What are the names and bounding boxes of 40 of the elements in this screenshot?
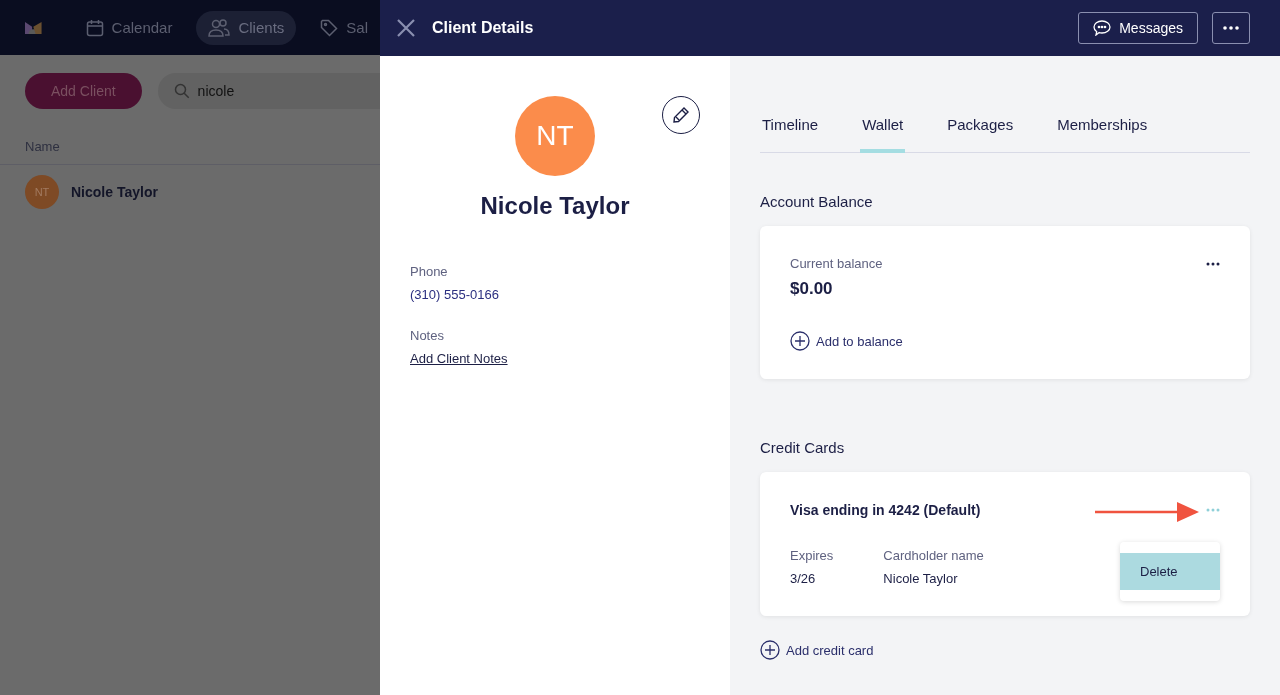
tag-icon: [320, 18, 339, 37]
tab[interactable]: Timeline: [760, 116, 821, 153]
field-value: 3/26: [790, 571, 817, 586]
field-label: Phone: [410, 264, 449, 279]
field-label: Expires: [790, 548, 834, 563]
chat-icon: [1093, 20, 1112, 36]
avatar: NT: [25, 175, 59, 209]
more-button[interactable]: [1212, 12, 1250, 44]
field-label: Cardholder name: [883, 548, 984, 563]
section-heading: Credit Cards: [760, 439, 846, 456]
field-value: Nicole Taylor: [883, 571, 959, 586]
plus-circle-icon: [760, 640, 780, 660]
balance-amount: $0.00: [790, 279, 834, 299]
avatar: NT: [515, 96, 595, 176]
menu-item[interactable]: Delete: [1120, 553, 1220, 590]
arrow-icon: [1095, 501, 1199, 523]
add-to-balance-link[interactable]: Add to balance: [790, 331, 1220, 351]
people-icon: [208, 18, 231, 37]
notes-link[interactable]: Add Client Notes: [410, 351, 508, 366]
add-credit-card-link[interactable]: Add credit card: [760, 640, 874, 660]
section-heading: Account Balance: [760, 193, 874, 210]
card-title: Visa ending in 4242 (Default): [790, 502, 981, 518]
tab[interactable]: Packages: [945, 116, 1016, 153]
close-icon[interactable]: [396, 18, 416, 38]
plus-circle-icon: [790, 331, 810, 351]
panel-title: Client Details: [432, 19, 534, 37]
more-icon[interactable]: [1206, 261, 1220, 266]
calendar-icon: [85, 18, 104, 37]
messages-button[interactable]: Messages: [1078, 12, 1198, 44]
pencil-icon: [672, 106, 690, 124]
field-value[interactable]: (310) 555-0166: [410, 287, 700, 302]
column-header: Name: [25, 139, 60, 154]
tab[interactable]: Wallet: [860, 116, 906, 153]
more-icon: [1223, 26, 1239, 30]
field-label: Notes: [410, 328, 445, 343]
tab[interactable]: Memberships: [1055, 116, 1150, 153]
search-icon: [173, 83, 190, 99]
client-name: Nicole Taylor: [479, 192, 631, 220]
edit-button[interactable]: [662, 96, 700, 134]
balance-label: Current balance: [790, 256, 883, 271]
